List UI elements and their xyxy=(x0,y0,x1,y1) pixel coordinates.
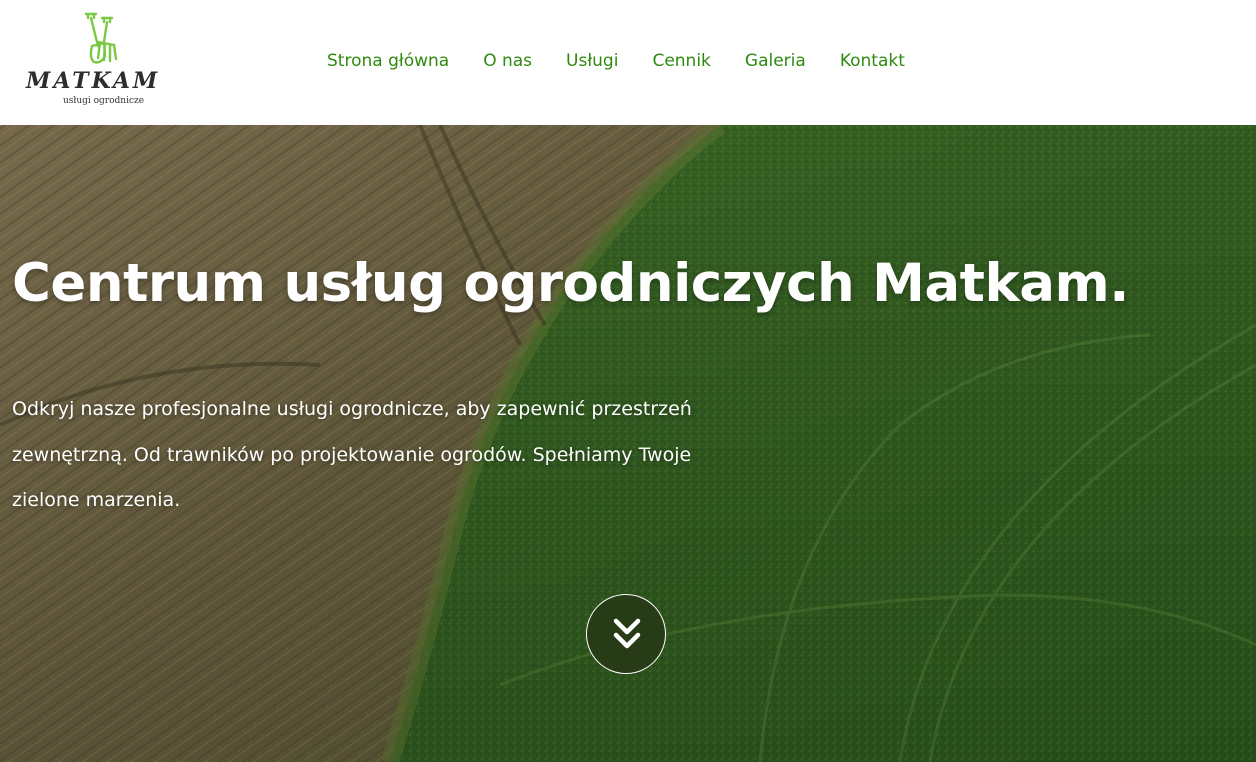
nav-item-gallery[interactable]: Galeria xyxy=(745,51,806,71)
nav-item-home[interactable]: Strona główna xyxy=(327,51,449,71)
shovel-and-fork-icon xyxy=(84,12,118,64)
nav-item-services[interactable]: Usługi xyxy=(566,51,618,71)
site-logo[interactable]: MATKAM usługi ogrodnicze xyxy=(22,12,172,112)
hero-section: Centrum usług ogrodniczych Matkam. Odkry… xyxy=(0,125,1256,762)
hero-title: Centrum usług ogrodniczych Matkam. xyxy=(12,253,1129,314)
nav-item-pricing[interactable]: Cennik xyxy=(652,51,710,71)
double-chevron-down-icon xyxy=(613,618,641,649)
hero-description: Odkryj nasze profesjonalne usługi ogrodn… xyxy=(12,398,692,511)
logo-tagline: usługi ogrodnicze xyxy=(63,96,145,106)
nav-item-about[interactable]: O nas xyxy=(483,51,532,71)
scroll-down-button[interactable] xyxy=(586,594,666,674)
nav-item-contact[interactable]: Kontakt xyxy=(840,51,905,71)
main-navigation: Strona główna O nas Usługi Cennik Galeri… xyxy=(310,46,922,76)
site-header: MATKAM usługi ogrodnicze Strona główna O… xyxy=(0,0,1256,125)
logo-name: MATKAM xyxy=(26,68,161,94)
